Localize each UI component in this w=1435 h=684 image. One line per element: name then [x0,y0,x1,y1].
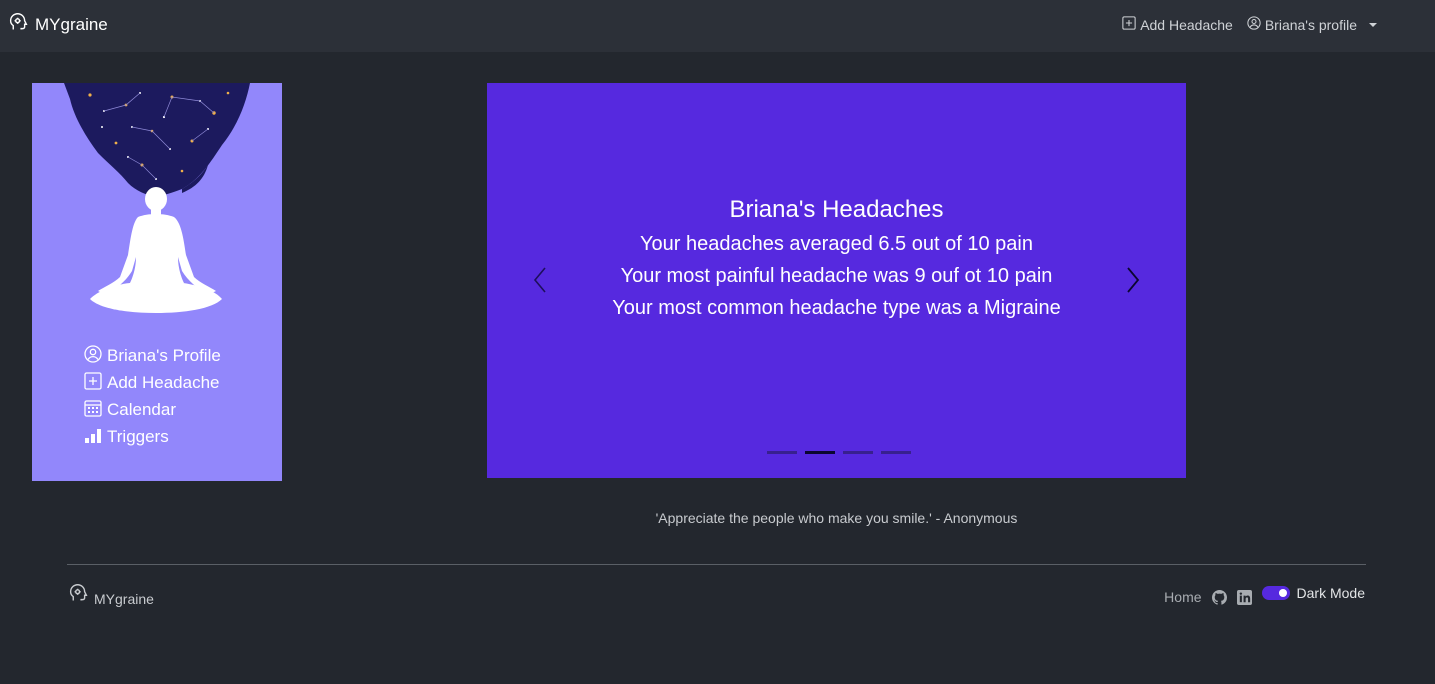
sidebar-card: Briana's Profile Add Headache Calendar T… [32,83,282,481]
sidebar-item-label: Calendar [107,400,176,419]
linkedin-icon[interactable] [1236,589,1252,605]
carousel-indicator[interactable] [767,451,797,454]
footer-brand-name: MYgraine [94,591,154,607]
footer-links: Home Dark Mode [1164,581,1365,605]
plus-square-icon [1122,16,1136,33]
carousel-indicators [767,451,911,454]
sidebar-item-calendar[interactable]: Calendar [84,399,221,421]
daily-quote: 'Appreciate the people who make you smil… [655,510,1018,526]
brand-link[interactable]: MYgraine [8,12,108,38]
user-circle-icon [84,344,102,368]
dark-mode-toggle[interactable] [1261,586,1290,600]
user-circle-icon [1247,16,1261,33]
chevron-left-icon [530,267,550,299]
nav-add-headache-label: Add Headache [1140,16,1233,33]
carousel-indicator[interactable] [805,451,835,454]
chevron-right-icon [1123,267,1143,299]
slide-title: Briana's Headaches [729,196,944,223]
bar-chart-icon [84,426,102,449]
sidebar-menu: Briana's Profile Add Headache Calendar T… [84,344,221,448]
slide-max-pain: Your most painful headache was 9 ouf ot … [620,265,1053,287]
head-gear-logo-icon [68,583,89,607]
carousel-next-button[interactable] [1123,265,1143,295]
sidebar-item-triggers[interactable]: Triggers [84,426,221,448]
github-icon[interactable] [1211,589,1227,605]
meditation-illustration [32,83,282,323]
nav-add-headache-link[interactable]: Add Headache [1122,16,1233,33]
carousel-slide: Briana's Headaches Your headaches averag… [487,195,1186,324]
sidebar-item-add-headache[interactable]: Add Headache [84,371,221,395]
footer-home-link[interactable]: Home [1164,589,1201,605]
brand-name: MYgraine [35,15,108,34]
head-gear-logo-icon [8,12,29,38]
slide-common-type: Your most common headache type was a Mig… [612,297,1061,319]
sidebar-item-profile[interactable]: Briana's Profile [84,344,221,368]
calendar-icon [84,399,102,422]
carousel-indicator[interactable] [881,451,911,454]
sidebar-item-label: Triggers [107,427,169,446]
dark-mode-label: Dark Mode [1296,585,1365,601]
profile-dropdown[interactable]: Briana's profile [1247,16,1377,33]
footer-divider [67,564,1366,565]
carousel-prev-button[interactable] [530,265,550,295]
toggle-knob [1278,589,1287,597]
sidebar-item-label: Briana's Profile [107,346,221,365]
plus-square-icon [84,371,102,395]
caret-down-icon [1369,22,1377,27]
dark-mode-switch[interactable]: Dark Mode [1261,585,1365,601]
sidebar-item-label: Add Headache [107,373,220,392]
navbar-right: Add Headache Briana's profile [1122,16,1377,33]
slide-average-pain: Your headaches averaged 6.5 out of 10 pa… [640,233,1033,255]
stats-carousel: Briana's Headaches Your headaches averag… [487,83,1186,478]
navbar: MYgraine Add Headache Briana's profile [0,0,1435,52]
carousel-indicator[interactable] [843,451,873,454]
profile-dropdown-label: Briana's profile [1264,16,1357,33]
footer-brand[interactable]: MYgraine [68,583,154,607]
